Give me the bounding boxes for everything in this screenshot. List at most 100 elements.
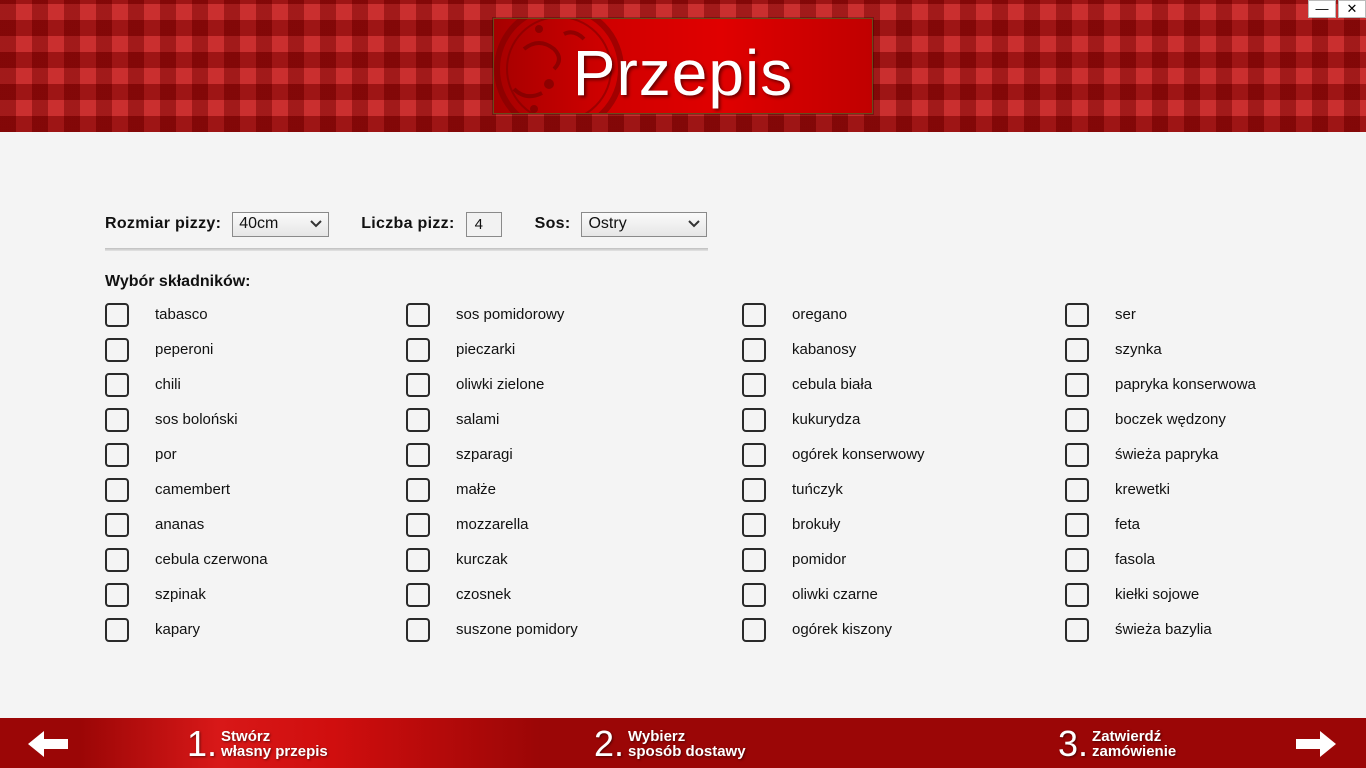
- ingredient-checkbox[interactable]: [105, 372, 129, 397]
- arrow-right-icon[interactable]: [1294, 730, 1338, 758]
- ingredient-checkbox[interactable]: [742, 302, 766, 327]
- ingredient-checkbox[interactable]: [105, 512, 129, 537]
- ingredient-label: oliwki zielone: [456, 376, 545, 393]
- step-1-create-recipe[interactable]: 1. Stwórz własny przepis: [187, 726, 328, 762]
- ingredient-checkbox[interactable]: [742, 477, 766, 502]
- ingredient-item[interactable]: fasola: [1065, 542, 1155, 577]
- ingredient-item[interactable]: oregano: [742, 297, 847, 332]
- ingredient-checkbox[interactable]: [406, 512, 430, 537]
- ingredient-item[interactable]: szpinak: [105, 577, 206, 612]
- ingredient-checkbox[interactable]: [742, 617, 766, 642]
- ingredient-checkbox[interactable]: [742, 372, 766, 397]
- ingredient-item[interactable]: boczek wędzony: [1065, 402, 1226, 437]
- ingredient-label: kukurydza: [792, 411, 861, 428]
- ingredient-item[interactable]: sos pomidorowy: [406, 297, 564, 332]
- ingredient-item[interactable]: czosnek: [406, 577, 511, 612]
- ingredient-checkbox[interactable]: [1065, 407, 1089, 432]
- sauce-select-value: Ostry: [588, 215, 627, 232]
- ingredient-checkbox[interactable]: [1065, 547, 1089, 572]
- ingredient-item[interactable]: kabanosy: [742, 332, 856, 367]
- ingredient-checkbox[interactable]: [742, 407, 766, 432]
- ingredient-item[interactable]: kukurydza: [742, 402, 860, 437]
- step-3-confirm-order[interactable]: 3. Zatwierdź zamówienie: [1058, 726, 1176, 762]
- ingredient-label: cebula czerwona: [155, 551, 268, 568]
- ingredient-checkbox[interactable]: [105, 337, 129, 362]
- ingredient-checkbox[interactable]: [406, 582, 430, 607]
- ingredient-checkbox[interactable]: [105, 302, 129, 327]
- ingredient-item[interactable]: szynka: [1065, 332, 1162, 367]
- pizza-count-input[interactable]: 4: [465, 211, 502, 237]
- ingredient-item[interactable]: feta: [1065, 507, 1140, 542]
- chevron-down-icon: [310, 220, 322, 228]
- ingredient-item[interactable]: suszone pomidory: [406, 612, 578, 647]
- ingredient-checkbox[interactable]: [1065, 372, 1089, 397]
- ingredient-checkbox[interactable]: [105, 477, 129, 502]
- ingredient-checkbox[interactable]: [742, 582, 766, 607]
- ingredient-item[interactable]: kurczak: [406, 542, 508, 577]
- ingredient-item[interactable]: tuńczyk: [742, 472, 843, 507]
- ingredient-checkbox[interactable]: [406, 547, 430, 572]
- ingredient-item[interactable]: małże: [406, 472, 496, 507]
- ingredient-item[interactable]: kiełki sojowe: [1065, 577, 1199, 612]
- size-select[interactable]: 40cm: [232, 211, 330, 237]
- step-label: Wybierz sposób dostawy: [628, 729, 746, 759]
- ingredient-item[interactable]: ogórek kiszony: [742, 612, 892, 647]
- ingredient-checkbox[interactable]: [406, 442, 430, 467]
- ingredient-checkbox[interactable]: [742, 547, 766, 572]
- ingredient-checkbox[interactable]: [406, 617, 430, 642]
- ingredient-item[interactable]: świeża papryka: [1065, 437, 1218, 472]
- close-button[interactable]: ✕: [1338, 0, 1366, 18]
- ingredient-checkbox[interactable]: [105, 547, 129, 572]
- ingredient-item[interactable]: papryka konserwowa: [1065, 367, 1256, 402]
- ingredient-checkbox[interactable]: [105, 582, 129, 607]
- ingredient-label: mozzarella: [456, 516, 529, 533]
- ingredient-checkbox[interactable]: [1065, 302, 1089, 327]
- ingredient-item[interactable]: sos boloński: [105, 402, 238, 437]
- ingredient-item[interactable]: cebula czerwona: [105, 542, 268, 577]
- ingredient-item[interactable]: ogórek konserwowy: [742, 437, 925, 472]
- ingredient-checkbox[interactable]: [105, 442, 129, 467]
- ingredient-item[interactable]: szparagi: [406, 437, 513, 472]
- ingredient-item[interactable]: brokuły: [742, 507, 840, 542]
- ingredient-item[interactable]: oliwki zielone: [406, 367, 544, 402]
- ingredient-item[interactable]: salami: [406, 402, 499, 437]
- ingredient-item[interactable]: kapary: [105, 612, 200, 647]
- ingredient-checkbox[interactable]: [406, 302, 430, 327]
- ingredient-checkbox[interactable]: [406, 372, 430, 397]
- ingredient-item[interactable]: pomidor: [742, 542, 846, 577]
- ingredient-checkbox[interactable]: [1065, 617, 1089, 642]
- ingredient-checkbox[interactable]: [1065, 442, 1089, 467]
- ingredient-checkbox[interactable]: [742, 442, 766, 467]
- ingredient-checkbox[interactable]: [1065, 582, 1089, 607]
- ingredient-item[interactable]: tabasco: [105, 297, 208, 332]
- ingredient-item[interactable]: pieczarki: [406, 332, 515, 367]
- ingredient-item[interactable]: cebula biała: [742, 367, 872, 402]
- ingredient-label: ser: [1115, 306, 1136, 323]
- ingredient-checkbox[interactable]: [1065, 337, 1089, 362]
- ingredient-checkbox[interactable]: [1065, 512, 1089, 537]
- step-2-delivery[interactable]: 2. Wybierz sposób dostawy: [594, 726, 746, 762]
- ingredient-checkbox[interactable]: [406, 337, 430, 362]
- ingredient-checkbox[interactable]: [1065, 477, 1089, 502]
- ingredient-item[interactable]: ser: [1065, 297, 1136, 332]
- ingredient-checkbox[interactable]: [406, 407, 430, 432]
- step-label-line2: własny przepis: [221, 743, 328, 760]
- ingredient-checkbox[interactable]: [742, 512, 766, 537]
- ingredient-item[interactable]: mozzarella: [406, 507, 529, 542]
- ingredient-checkbox[interactable]: [742, 337, 766, 362]
- ingredient-item[interactable]: por: [105, 437, 177, 472]
- ingredient-item[interactable]: peperoni: [105, 332, 213, 367]
- ingredient-checkbox[interactable]: [105, 407, 129, 432]
- ingredient-label: świeża papryka: [1115, 446, 1219, 463]
- ingredient-item[interactable]: ananas: [105, 507, 204, 542]
- ingredient-item[interactable]: krewetki: [1065, 472, 1170, 507]
- ingredient-item[interactable]: camembert: [105, 472, 230, 507]
- minimize-button[interactable]: —: [1308, 0, 1336, 18]
- ingredient-checkbox[interactable]: [105, 617, 129, 642]
- ingredient-checkbox[interactable]: [406, 477, 430, 502]
- sauce-select[interactable]: Ostry: [581, 211, 708, 237]
- ingredient-item[interactable]: świeża bazylia: [1065, 612, 1212, 647]
- ingredient-item[interactable]: chili: [105, 367, 181, 402]
- ingredient-item[interactable]: oliwki czarne: [742, 577, 878, 612]
- arrow-left-icon[interactable]: [26, 730, 70, 758]
